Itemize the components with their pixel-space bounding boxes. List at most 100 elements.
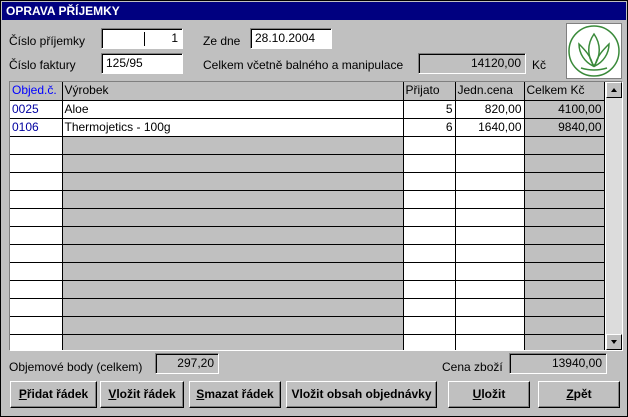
product-cell[interactable] bbox=[62, 172, 404, 191]
total-cell bbox=[524, 154, 605, 173]
empty-table-row[interactable] bbox=[10, 226, 605, 245]
unit-price-cell[interactable] bbox=[455, 226, 525, 245]
product-cell[interactable] bbox=[62, 316, 404, 335]
empty-table-row[interactable] bbox=[10, 280, 605, 299]
unit-price-cell[interactable] bbox=[455, 334, 525, 350]
received-cell[interactable] bbox=[403, 280, 456, 299]
received-cell[interactable] bbox=[403, 190, 456, 209]
empty-table-row[interactable] bbox=[10, 208, 605, 227]
empty-table-row[interactable] bbox=[10, 244, 605, 263]
empty-table-row[interactable] bbox=[10, 298, 605, 317]
unit-price-cell[interactable] bbox=[455, 316, 525, 335]
order-no-cell[interactable] bbox=[10, 316, 63, 335]
insert-row-label: ložit řádek bbox=[116, 387, 176, 401]
total-cell bbox=[524, 298, 605, 317]
order-no-cell[interactable] bbox=[10, 298, 63, 317]
empty-table-row[interactable] bbox=[10, 316, 605, 335]
product-cell[interactable]: Aloe bbox=[62, 100, 404, 119]
order-no-cell[interactable] bbox=[10, 172, 63, 191]
grid-vertical-scrollbar[interactable] bbox=[606, 82, 622, 350]
product-cell[interactable] bbox=[62, 154, 404, 173]
product-cell[interactable] bbox=[62, 298, 404, 317]
empty-table-row[interactable] bbox=[10, 154, 605, 173]
insert-row-button[interactable]: Vložit řádek bbox=[100, 381, 184, 408]
received-cell[interactable] bbox=[403, 334, 456, 350]
received-cell[interactable] bbox=[403, 172, 456, 191]
received-cell[interactable] bbox=[403, 262, 456, 281]
total-cell bbox=[524, 316, 605, 335]
column-header-order-no[interactable]: Objed.č. bbox=[10, 82, 63, 101]
product-cell[interactable] bbox=[62, 334, 404, 350]
order-no-cell[interactable] bbox=[10, 208, 63, 227]
invoice-number-label: Číslo faktury bbox=[9, 58, 76, 72]
date-field[interactable]: 28.10.2004 bbox=[250, 28, 332, 49]
items-grid[interactable]: Objed.č. Výrobek Přijato Jedn.cena Celke… bbox=[9, 81, 623, 351]
received-cell[interactable]: 5 bbox=[403, 100, 456, 119]
order-no-cell[interactable] bbox=[10, 244, 63, 263]
save-button[interactable]: Uložit bbox=[448, 381, 530, 408]
received-cell[interactable]: 6 bbox=[403, 118, 456, 137]
unit-price-cell[interactable] bbox=[455, 208, 525, 227]
unit-price-cell[interactable] bbox=[455, 136, 525, 155]
arrow-down-icon[interactable] bbox=[606, 334, 622, 350]
product-cell[interactable] bbox=[62, 208, 404, 227]
unit-price-cell[interactable] bbox=[455, 244, 525, 263]
empty-table-row[interactable] bbox=[10, 172, 605, 191]
total-cell bbox=[524, 244, 605, 263]
table-row[interactable]: 0106 Thermojetics - 100g 6 1640,00 9840,… bbox=[10, 118, 605, 137]
order-no-cell[interactable] bbox=[10, 334, 63, 350]
received-cell[interactable] bbox=[403, 136, 456, 155]
product-cell[interactable] bbox=[62, 136, 404, 155]
unit-price-cell[interactable]: 820,00 bbox=[455, 100, 525, 119]
product-cell[interactable] bbox=[62, 190, 404, 209]
product-cell[interactable] bbox=[62, 280, 404, 299]
empty-table-row[interactable] bbox=[10, 262, 605, 281]
empty-table-row[interactable] bbox=[10, 136, 605, 155]
order-no-cell[interactable] bbox=[10, 154, 63, 173]
unit-price-cell[interactable] bbox=[455, 280, 525, 299]
order-no-cell[interactable] bbox=[10, 280, 63, 299]
product-cell[interactable] bbox=[62, 244, 404, 263]
total-cell bbox=[524, 208, 605, 227]
received-cell[interactable] bbox=[403, 244, 456, 263]
table-row[interactable]: 0025 Aloe 5 820,00 4100,00 bbox=[10, 100, 605, 119]
unit-price-cell[interactable] bbox=[455, 262, 525, 281]
received-cell[interactable] bbox=[403, 208, 456, 227]
delete-row-button[interactable]: Smazat řádek bbox=[189, 381, 281, 408]
empty-table-row[interactable] bbox=[10, 190, 605, 209]
product-cell[interactable] bbox=[62, 226, 404, 245]
unit-price-cell[interactable] bbox=[455, 190, 525, 209]
received-cell[interactable] bbox=[403, 298, 456, 317]
product-cell[interactable] bbox=[62, 262, 404, 281]
back-button[interactable]: Zpět bbox=[538, 381, 620, 408]
column-header-total[interactable]: Celkem Kč bbox=[524, 82, 605, 101]
empty-table-row[interactable] bbox=[10, 334, 605, 350]
unit-price-cell[interactable] bbox=[455, 298, 525, 317]
volume-points-label: Objemové body (celkem) bbox=[9, 360, 143, 374]
order-no-cell[interactable] bbox=[10, 262, 63, 281]
product-cell[interactable]: Thermojetics - 100g bbox=[62, 118, 404, 137]
order-no-cell[interactable]: 0106 bbox=[10, 118, 63, 137]
herbalife-leaf-logo bbox=[566, 23, 622, 79]
insert-order-contents-button[interactable]: Vložit obsah objednávky bbox=[286, 381, 437, 408]
currency-label: Kč bbox=[532, 58, 547, 72]
column-header-product[interactable]: Výrobek bbox=[62, 82, 404, 101]
received-cell[interactable] bbox=[403, 226, 456, 245]
order-no-cell[interactable] bbox=[10, 226, 63, 245]
invoice-number-field[interactable]: 125/95 bbox=[101, 53, 183, 74]
receipt-number-field[interactable]: 1 bbox=[101, 28, 183, 49]
arrow-up-icon[interactable] bbox=[606, 82, 622, 98]
add-row-button[interactable]: Přidat řádek bbox=[10, 381, 97, 408]
unit-price-cell[interactable]: 1640,00 bbox=[455, 118, 525, 137]
order-no-cell[interactable] bbox=[10, 190, 63, 209]
unit-price-cell[interactable] bbox=[455, 172, 525, 191]
order-no-cell[interactable]: 0025 bbox=[10, 100, 63, 119]
received-cell[interactable] bbox=[403, 316, 456, 335]
total-cell bbox=[524, 280, 605, 299]
order-no-cell[interactable] bbox=[10, 136, 63, 155]
received-cell[interactable] bbox=[403, 154, 456, 173]
goods-price-label: Cena zboží bbox=[442, 360, 503, 374]
unit-price-cell[interactable] bbox=[455, 154, 525, 173]
column-header-received[interactable]: Přijato bbox=[403, 82, 456, 101]
column-header-unit-price[interactable]: Jedn.cena bbox=[455, 82, 525, 101]
